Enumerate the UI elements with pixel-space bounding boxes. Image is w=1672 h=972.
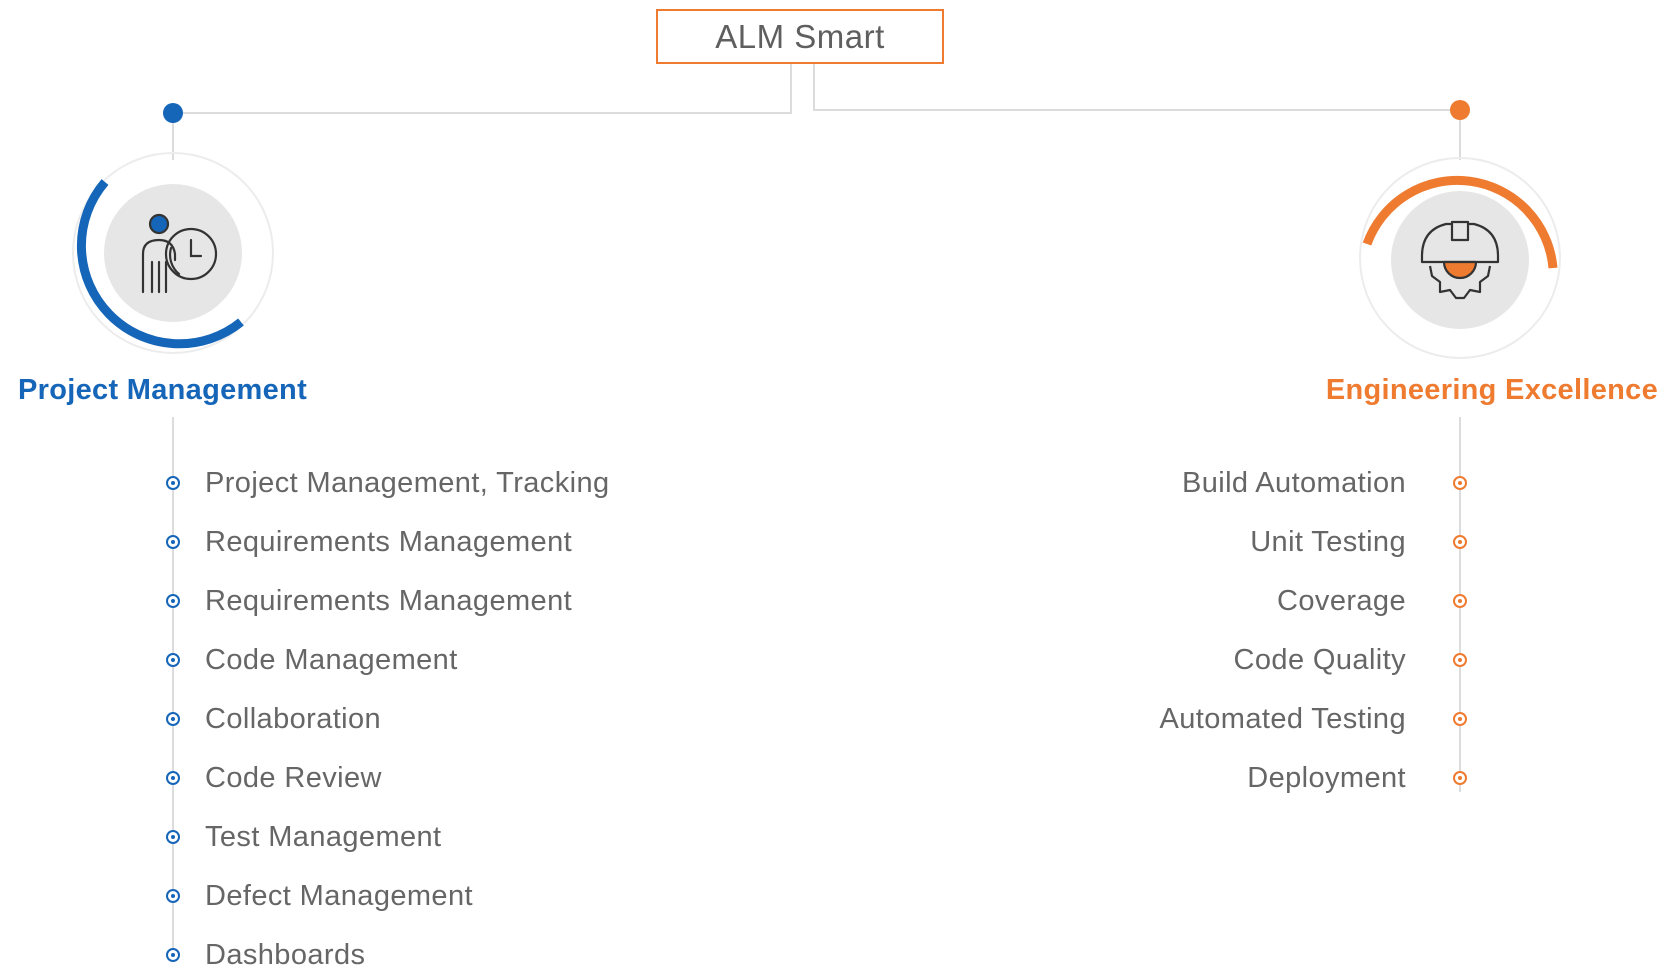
pm-list-item: Defect Management (205, 880, 473, 912)
pm-list-item: Code Management (205, 644, 458, 676)
pm-list-item: Requirements Management (205, 526, 573, 558)
bullet-icon (166, 653, 180, 667)
pm-icon-badge (63, 150, 283, 365)
ee-list-item: Code Quality (1233, 644, 1406, 676)
root-node-alm-smart: ALM Smart (656, 9, 944, 64)
ee-list-item: Build Automation (1181, 467, 1406, 499)
bullet-icon (166, 712, 180, 726)
bullet-icon (166, 889, 180, 903)
ee-list-item: Coverage (1277, 585, 1406, 617)
bullet-icon (166, 948, 180, 962)
ee-list-item: Automated Testing (1159, 703, 1406, 735)
ee-list-item: Deployment (1247, 762, 1406, 794)
pm-node-dot (163, 103, 183, 123)
pm-list-item: Requirements Management (205, 585, 573, 617)
bullet-icon (166, 830, 180, 844)
pm-heading: Project Management (18, 374, 308, 406)
bullet-icon (166, 476, 180, 490)
bullet-icon (1453, 535, 1467, 549)
bullet-icon (1453, 476, 1467, 490)
pm-list-item: Test Management (205, 821, 442, 853)
pm-list-item: Code Review (205, 762, 382, 794)
bullet-icon (1453, 712, 1467, 726)
root-title: ALM Smart (715, 17, 885, 55)
bullet-icon (1453, 653, 1467, 667)
pm-list-item: Project Management, Tracking (205, 467, 610, 499)
bullet-icon (1453, 771, 1467, 785)
ee-list-item: Unit Testing (1250, 526, 1406, 558)
pm-list-item: Collaboration (205, 703, 382, 735)
ee-heading: Engineering Excellence (1325, 374, 1658, 406)
pm-list-item: Dashboards (205, 939, 366, 971)
ee-node-dot (1450, 100, 1470, 120)
bullet-icon (166, 771, 180, 785)
bullet-icon (166, 594, 180, 608)
bullet-icon (1453, 594, 1467, 608)
ee-icon-badge (1352, 150, 1572, 365)
bullet-icon (166, 535, 180, 549)
